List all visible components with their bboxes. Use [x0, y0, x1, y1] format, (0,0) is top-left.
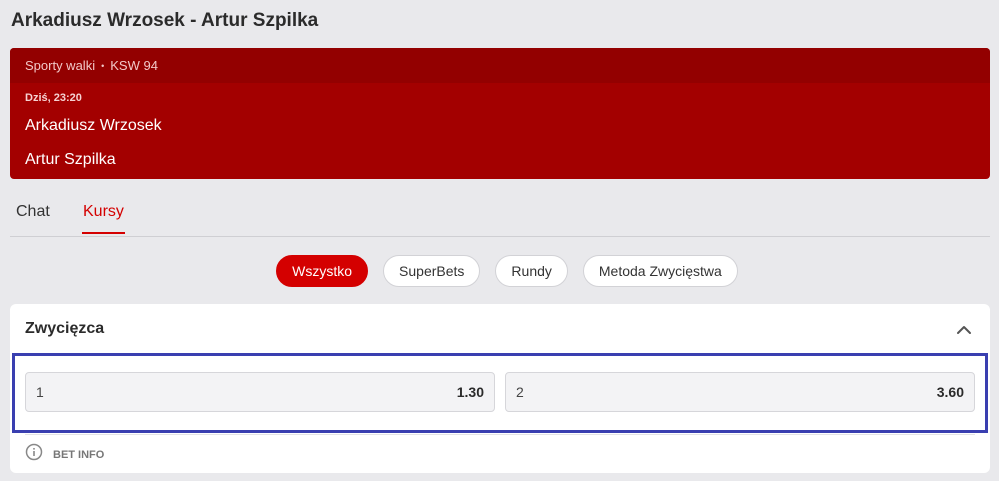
odd-label: 2 [516, 384, 524, 400]
filter-wszystko[interactable]: Wszystko [276, 255, 369, 287]
breadcrumb-league[interactable]: KSW 94 [110, 58, 158, 73]
odd-price: 1.30 [456, 384, 484, 400]
tab-chat[interactable]: Chat [16, 203, 50, 232]
team-2-name: Artur Szpilka [25, 151, 116, 168]
event-card: Sporty walki • KSW 94 Dziś, 23:20 Arkadi… [10, 48, 990, 179]
odd-button-1[interactable]: 1 1.30 [25, 372, 495, 412]
odd-button-2[interactable]: 2 3.60 [505, 372, 975, 412]
tab-bar: Chat Kursy [10, 196, 990, 237]
filter-rundy[interactable]: Rundy [495, 255, 568, 287]
page-title: Arkadiusz Wrzosek - Artur Szpilka [11, 10, 319, 31]
info-circle-icon [25, 443, 43, 466]
bet-info-link[interactable]: BET INFO [25, 443, 104, 466]
market-filter-bar: Wszystko SuperBets Rundy Metoda Zwycięst… [0, 255, 999, 287]
market-title: Zwycięzca [25, 320, 105, 337]
team-1-name: Arkadiusz Wrzosek [25, 117, 162, 134]
tab-kursy[interactable]: Kursy [82, 203, 125, 234]
odd-label: 1 [36, 384, 44, 400]
market-card-winner: Zwycięzca 1 1.30 2 3.60 BET INFO [10, 304, 990, 473]
breadcrumb-separator: • [101, 60, 105, 71]
chevron-up-icon[interactable] [956, 322, 972, 338]
filter-superbets[interactable]: SuperBets [383, 255, 481, 287]
event-time: Dziś, 23:20 [25, 92, 82, 104]
breadcrumb-sport[interactable]: Sporty walki [25, 58, 95, 73]
bet-info-label: BET INFO [53, 448, 105, 461]
filter-metoda-zwyciestwa[interactable]: Metoda Zwycięstwa [582, 255, 738, 287]
market-divider [25, 434, 975, 435]
event-breadcrumb: Sporty walki • KSW 94 [10, 48, 990, 83]
odd-price: 3.60 [936, 384, 964, 400]
